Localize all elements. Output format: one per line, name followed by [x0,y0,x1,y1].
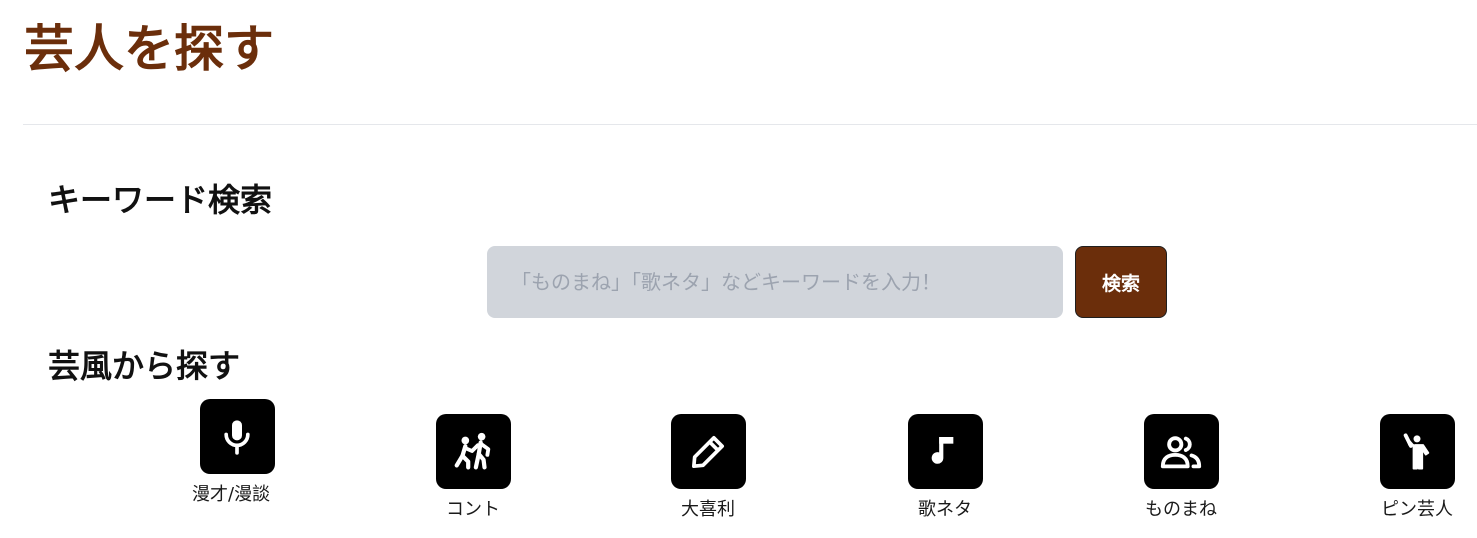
genre-label: 漫才/漫談 [192,484,271,505]
pencil-icon [692,435,724,468]
keyword-search-heading: キーワード検索 [48,181,273,219]
page: 芸人を探す キーワード検索 検索 芸風から探す 漫才/漫談 [0,0,1477,538]
people-icon [1160,435,1202,468]
page-title: 芸人を探す [24,20,274,78]
genre-label: 歌ネタ [918,499,972,520]
divider [23,124,1477,125]
genre-item-manzai[interactable]: 漫才/漫談 [182,399,292,508]
genre-item-oogiri[interactable]: 大喜利 [653,414,763,523]
genre-icon-tile[interactable] [435,414,511,489]
genre-item-monomane[interactable]: ものまね [1126,414,1236,523]
music-note-icon [931,436,954,464]
genre-label: ピン芸人 [1381,499,1453,520]
genre-icon-tile[interactable] [199,399,275,474]
genre-label: コント [446,499,500,520]
genre-icon-tile[interactable] [1143,414,1219,489]
search-button[interactable]: 検索 [1075,246,1167,318]
genre-label: 大喜利 [681,499,735,520]
person-waving-icon [1403,432,1430,469]
keyword-search-input[interactable] [487,246,1063,318]
genre-item-konto[interactable]: コント [418,414,528,523]
genre-icon-tile[interactable] [907,414,983,489]
style-search-heading: 芸風から探す [48,347,241,385]
genre-item-pin[interactable]: ピン芸人 [1362,414,1472,523]
genre-icon-tile[interactable] [670,414,746,489]
genre-label: ものまね [1145,499,1217,520]
genre-item-uta[interactable]: 歌ネタ [890,414,1000,523]
microphone-icon [224,419,250,455]
genre-icon-tile[interactable] [1379,414,1455,489]
people-scuffle-icon [454,432,491,469]
